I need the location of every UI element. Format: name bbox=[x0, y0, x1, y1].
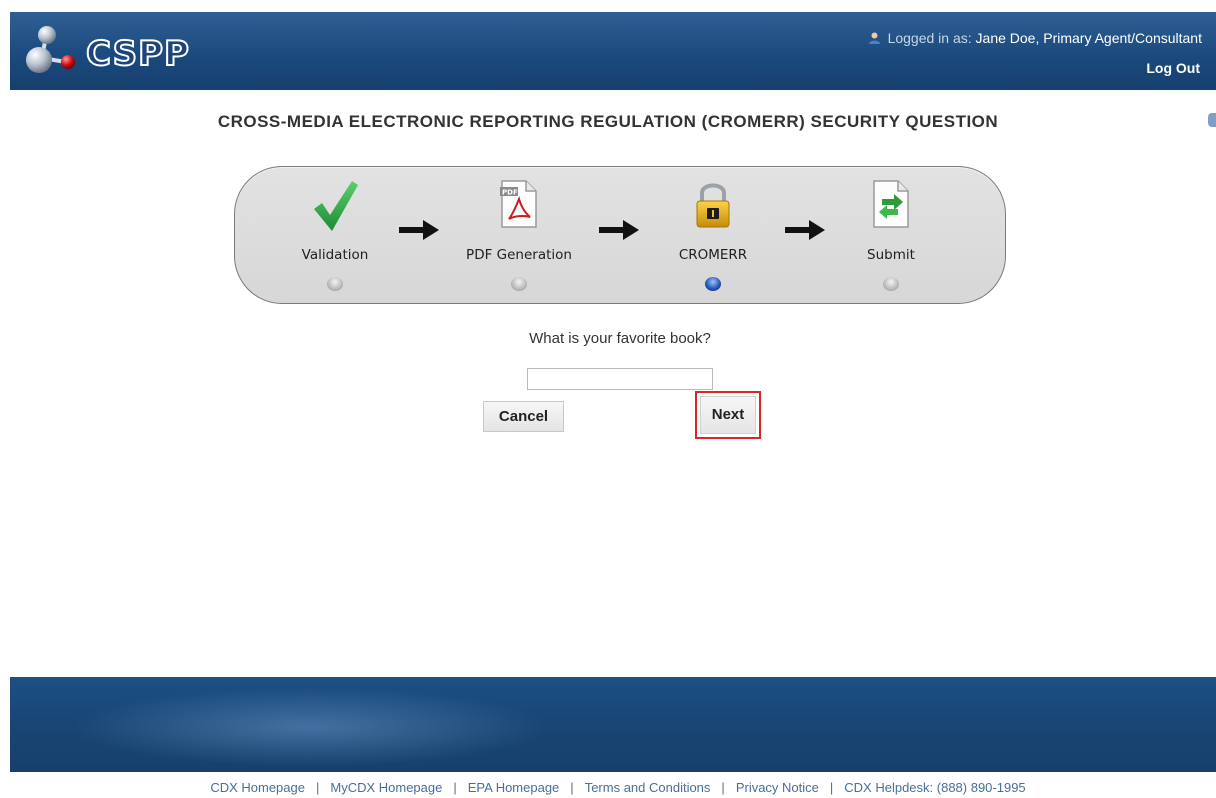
footer-separator: | bbox=[829, 780, 834, 795]
scroll-handle[interactable] bbox=[1208, 113, 1216, 127]
molecule-logo-icon bbox=[26, 26, 75, 73]
next-button[interactable]: Next bbox=[695, 391, 761, 439]
step-label: CROMERR bbox=[678, 247, 748, 263]
footer-link-terms[interactable]: Terms and Conditions bbox=[585, 780, 711, 795]
user-name: Jane Doe, Primary Agent/Consultant bbox=[975, 30, 1202, 46]
step-cromerr: CROMERR bbox=[643, 167, 783, 305]
step-status-indicator bbox=[511, 277, 527, 291]
step-status-indicator bbox=[883, 277, 899, 291]
logo-text: CSPP bbox=[85, 33, 190, 75]
footer-separator: | bbox=[453, 780, 457, 795]
footer-separator: | bbox=[315, 780, 320, 795]
svg-text:PDF: PDF bbox=[502, 189, 518, 197]
arrow-right-icon bbox=[399, 220, 439, 240]
logged-in-label: Logged in as: bbox=[887, 30, 972, 46]
submit-document-icon bbox=[873, 180, 909, 228]
footer-link-cdx-homepage[interactable]: CDX Homepage bbox=[210, 780, 305, 795]
footer-link-epa-homepage[interactable]: EPA Homepage bbox=[468, 780, 560, 795]
pdf-icon: PDF bbox=[500, 180, 537, 228]
footer-link-helpdesk[interactable]: CDX Helpdesk: (888) 890-1995 bbox=[844, 780, 1025, 795]
lock-icon bbox=[696, 183, 730, 228]
user-icon bbox=[868, 32, 880, 44]
step-pdf-generation: PDF PDF Generation bbox=[449, 167, 589, 305]
step-status-indicator bbox=[327, 277, 343, 291]
logged-in-info: Logged in as: Jane Doe, Primary Agent/Co… bbox=[868, 30, 1202, 46]
security-answer-input[interactable] bbox=[527, 368, 713, 390]
checkmark-icon bbox=[314, 181, 358, 231]
cspp-logo[interactable]: CSPP bbox=[24, 22, 214, 80]
footer-separator: | bbox=[721, 780, 725, 795]
security-question: What is your favorite book? bbox=[529, 330, 711, 347]
step-submit: Submit bbox=[821, 167, 961, 305]
footer-links: CDX Homepage | MyCDX Homepage | EPA Homepage… bbox=[0, 780, 1216, 795]
step-label: Validation bbox=[301, 247, 369, 263]
footer-link-mycdx-homepage[interactable]: MyCDX Homepage bbox=[330, 780, 442, 795]
page-title: CROSS-MEDIA ELECTRONIC REPORTING REGULAT… bbox=[217, 112, 999, 131]
step-status-indicator-active bbox=[705, 277, 721, 291]
submission-workflow-panel: Validation PDF PDF Generation CROMERR Su… bbox=[234, 166, 1006, 304]
step-label: PDF Generation bbox=[466, 247, 572, 263]
arrow-right-icon bbox=[785, 220, 825, 240]
step-label: Submit bbox=[867, 247, 915, 263]
page: CSPP Logged in as: Jane Doe, Primary Age… bbox=[0, 0, 1216, 798]
arrow-right-icon bbox=[599, 220, 639, 240]
footer-banner bbox=[10, 677, 1216, 772]
next-button-label: Next bbox=[700, 396, 756, 434]
cancel-button[interactable]: Cancel bbox=[483, 401, 564, 432]
step-validation: Validation bbox=[265, 167, 405, 305]
header-bar: CSPP Logged in as: Jane Doe, Primary Age… bbox=[10, 12, 1216, 90]
footer-link-privacy[interactable]: Privacy Notice bbox=[736, 780, 819, 795]
footer-separator: | bbox=[570, 780, 574, 795]
logout-link[interactable]: Log Out bbox=[1146, 60, 1200, 76]
